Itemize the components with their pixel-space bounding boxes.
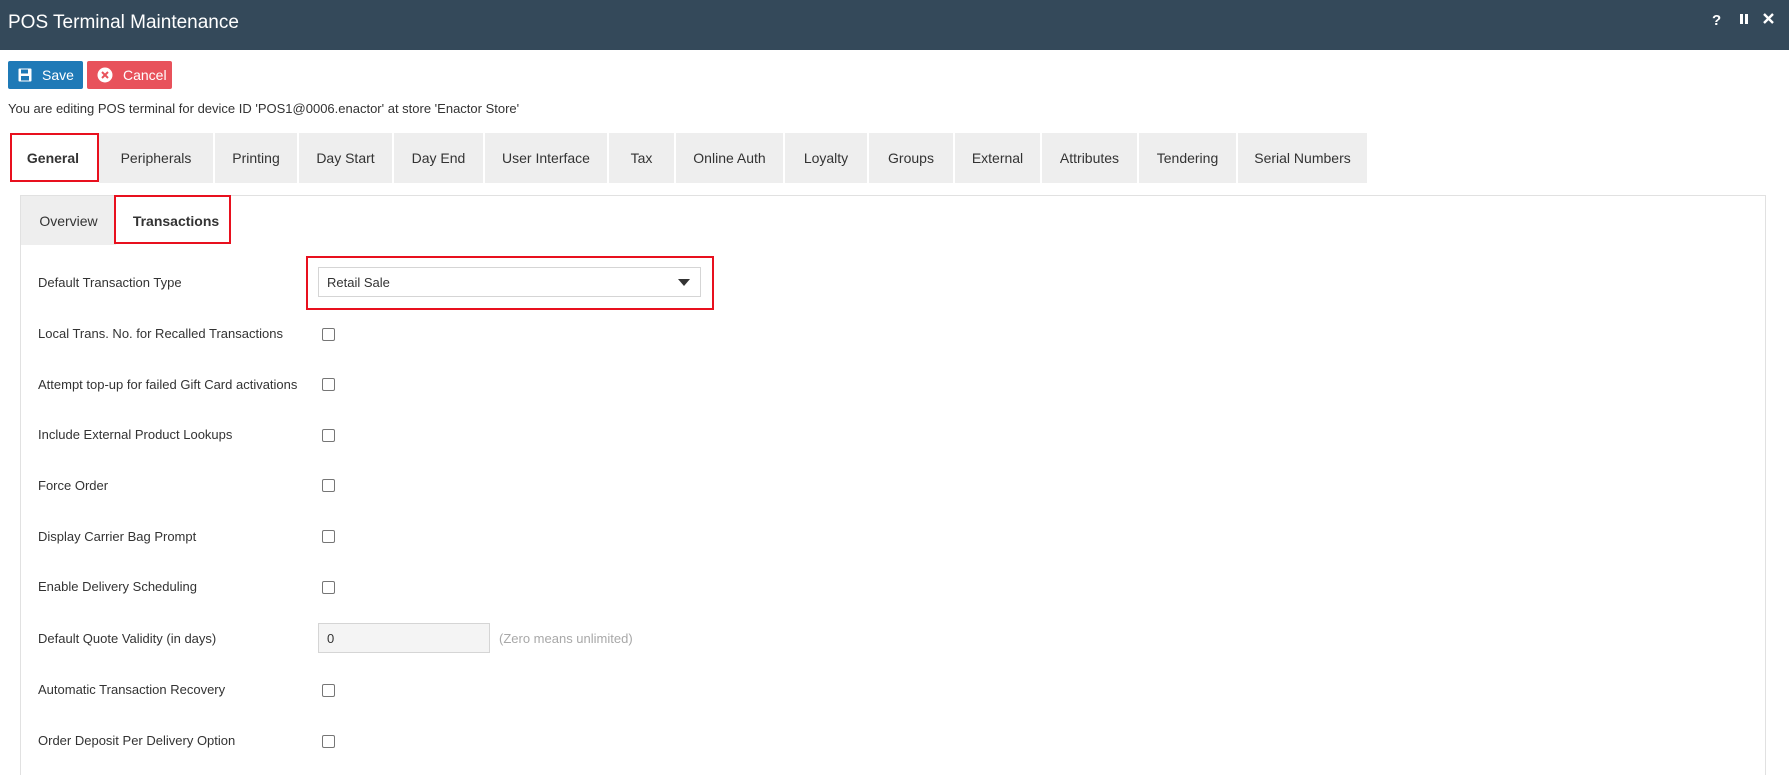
local-trans-no-label: Local Trans. No. for Recalled Transactio… [38,326,283,341]
tab-external[interactable]: External [955,133,1040,183]
tab-label: Loyalty [803,150,849,166]
default-transaction-type-label: Default Transaction Type [38,275,182,290]
subtab-overview[interactable]: Overview [21,196,116,245]
general-tab-panel: Overview Transactions [20,195,1766,775]
main-tab-bar: General Peripherals Printing Day Start D… [9,133,1369,183]
window-titlebar: POS Terminal Maintenance ? [0,0,1789,50]
tab-label: Tax [630,150,653,166]
order-deposit-per-delivery-checkbox[interactable] [322,735,335,748]
display-carrier-bag-label: Display Carrier Bag Prompt [38,529,197,544]
force-order-checkbox[interactable] [322,479,335,492]
save-button[interactable]: Save [8,61,83,89]
subtab-bar: Overview Transactions [21,196,236,245]
tab-label: Attributes [1059,150,1120,166]
order-deposit-per-delivery-label: Order Deposit Per Delivery Option [38,733,236,748]
tab-loyalty[interactable]: Loyalty [785,133,867,183]
default-transaction-type-value: Retail Sale [327,274,390,290]
cancel-button[interactable]: Cancel [87,61,172,89]
tab-attributes[interactable]: Attributes [1042,133,1137,183]
tab-label: External [971,150,1024,166]
tab-day-start[interactable]: Day Start [299,133,392,183]
tab-tendering[interactable]: Tendering [1139,133,1236,183]
floppy-disk-icon [18,68,32,82]
attempt-topup-label: Attempt top-up for failed Gift Card acti… [38,377,298,392]
subtab-label: Transactions [132,212,220,229]
tab-user-interface[interactable]: User Interface [485,133,607,183]
help-icon[interactable]: ? [1712,12,1721,29]
display-carrier-bag-checkbox[interactable] [322,530,335,543]
tab-label: Tendering [1156,150,1219,166]
tab-printing[interactable]: Printing [215,133,297,183]
subtab-label: Overview [39,212,98,229]
tab-tax[interactable]: Tax [609,133,674,183]
default-quote-validity-input[interactable] [318,623,490,653]
force-order-label: Force Order [38,478,109,493]
window-title: POS Terminal Maintenance [8,12,239,33]
tab-label: Serial Numbers [1254,150,1351,166]
tab-peripherals[interactable]: Peripherals [99,133,213,183]
local-trans-no-checkbox[interactable] [322,328,335,341]
default-quote-validity-hint: (Zero means unlimited) [499,631,633,646]
tab-label: General [26,150,80,166]
tab-groups[interactable]: Groups [869,133,953,183]
tab-label: Day End [411,150,466,166]
cancel-circle-icon [97,67,113,83]
tab-day-end[interactable]: Day End [394,133,483,183]
attempt-topup-checkbox[interactable] [322,378,335,391]
tab-label: Day Start [316,150,375,166]
cancel-button-label: Cancel [123,67,167,83]
close-icon[interactable] [1762,12,1775,29]
include-external-checkbox[interactable] [322,429,335,442]
automatic-transaction-recovery-label: Automatic Transaction Recovery [38,682,226,697]
default-quote-validity-label: Default Quote Validity (in days) [38,631,217,646]
editing-info-text: You are editing POS terminal for device … [8,101,520,116]
enable-delivery-scheduling-label: Enable Delivery Scheduling [38,579,197,594]
tab-label: Online Auth [693,150,766,166]
tab-serial-numbers[interactable]: Serial Numbers [1238,133,1367,183]
tab-label: User Interface [502,150,590,166]
tab-online-auth[interactable]: Online Auth [676,133,783,183]
pause-icon[interactable] [1739,12,1749,29]
tab-label: Peripherals [120,150,192,166]
automatic-transaction-recovery-checkbox[interactable] [322,684,335,697]
tab-label: Groups [888,150,934,166]
subtab-transactions[interactable]: Transactions [116,196,236,245]
save-button-label: Save [42,67,74,83]
caret-down-icon [678,279,690,286]
tab-label: Printing [232,150,280,166]
default-transaction-type-select[interactable]: Retail Sale [318,267,701,297]
tab-general[interactable]: General [9,133,97,183]
include-external-label: Include External Product Lookups [38,427,233,442]
enable-delivery-scheduling-checkbox[interactable] [322,581,335,594]
